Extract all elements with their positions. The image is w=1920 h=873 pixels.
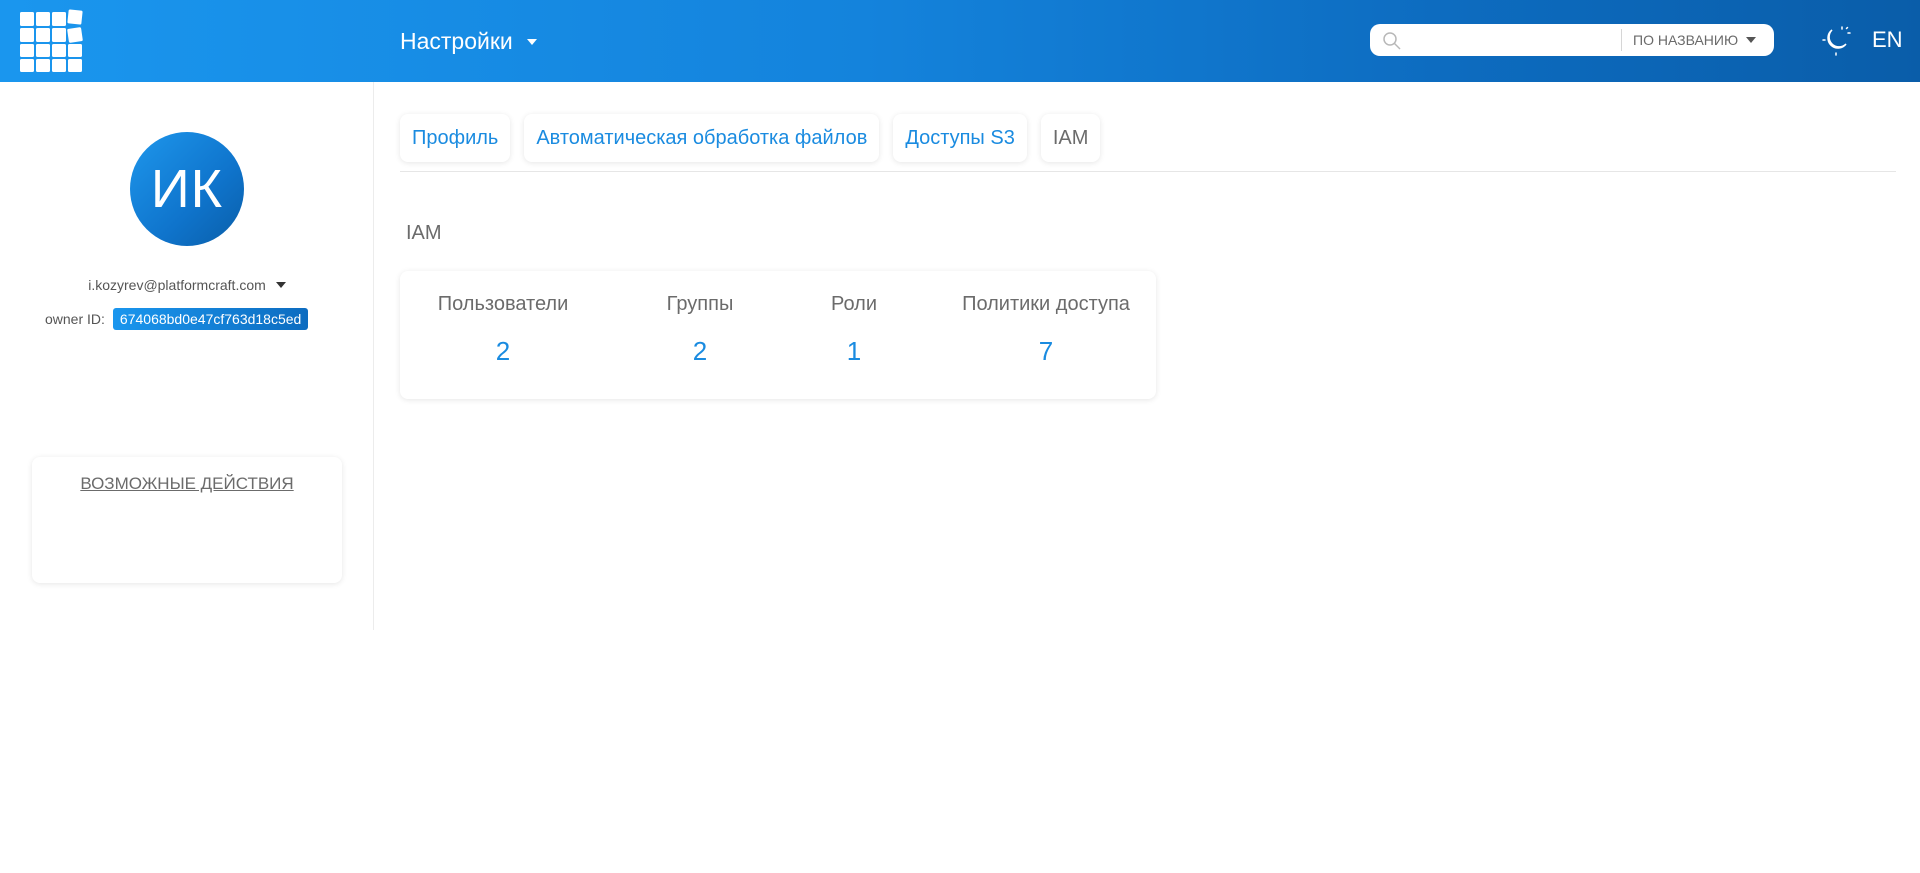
tab-iam[interactable]: IAM [1040,114,1101,162]
search-icon [1383,32,1401,50]
stat-groups-label: Группы [666,293,734,315]
search-box: ПО НАЗВАНИЮ [1370,24,1774,56]
chevron-down-icon [1746,37,1757,43]
possible-actions-card: ВОЗМОЖНЫЕ ДЕЙСТВИЯ [32,457,342,583]
stat-policies-label: Политики доступа [962,293,1130,315]
owner-id-row: owner ID: 674068bd0e47cf763d18c5ed [45,308,309,330]
app-grid-icon[interactable] [18,9,84,73]
stat-roles-value: 1 [846,336,862,366]
stat-policies-value: 7 [1038,336,1054,366]
section-switcher[interactable]: Настройки [400,28,537,55]
stat-roles-label: Роли [831,293,877,315]
stat-groups-value: 2 [692,336,708,366]
stat-users-value: 2 [495,336,511,366]
search-input[interactable] [1410,28,1610,52]
stat-users-label: Пользователи [437,293,569,315]
chevron-down-icon [526,38,537,45]
language-switch[interactable]: EN [1872,27,1903,53]
tab-profile[interactable]: Профиль [400,114,511,162]
section-switcher-label: Настройки [400,28,513,54]
theme-moon-icon[interactable] [1820,24,1852,56]
owner-id-label: owner ID: [45,311,105,327]
possible-actions-link[interactable]: ВОЗМОЖНЫЕ ДЕЙСТВИЯ [32,474,342,494]
owner-id-badge[interactable]: 674068bd0e47cf763d18c5ed [112,308,309,330]
settings-tabs: Профиль Автоматическая обработка файлов … [400,114,1101,162]
tab-s3-access[interactable]: Доступы S3 [893,114,1027,162]
user-menu[interactable]: i.kozyrev@platformcraft.com [0,277,374,293]
search-mode-dropdown[interactable]: ПО НАЗВАНИЮ [1633,32,1757,48]
section-title: IAM [406,222,442,244]
search-divider [1621,29,1622,51]
stat-policies[interactable]: Политики доступа 7 [962,293,1130,367]
stat-users[interactable]: Пользователи 2 [438,293,569,367]
profile-sidebar: ИК i.kozyrev@platformcraft.com owner ID:… [0,82,374,630]
tab-auto-processing[interactable]: Автоматическая обработка файлов [524,114,880,162]
stat-groups[interactable]: Группы 2 [667,293,734,367]
chevron-down-icon [275,282,286,288]
user-email: i.kozyrev@platformcraft.com [88,277,266,293]
iam-stats-card: Пользователи 2 Группы 2 Роли 1 Политики … [400,271,1156,399]
top-header: Настройки ПО НАЗВАНИЮ EN [0,0,1920,82]
search-mode-label: ПО НАЗВАНИЮ [1633,32,1739,48]
avatar: ИК [130,132,244,246]
stat-roles[interactable]: Роли 1 [831,293,877,367]
tabs-divider [400,171,1896,172]
